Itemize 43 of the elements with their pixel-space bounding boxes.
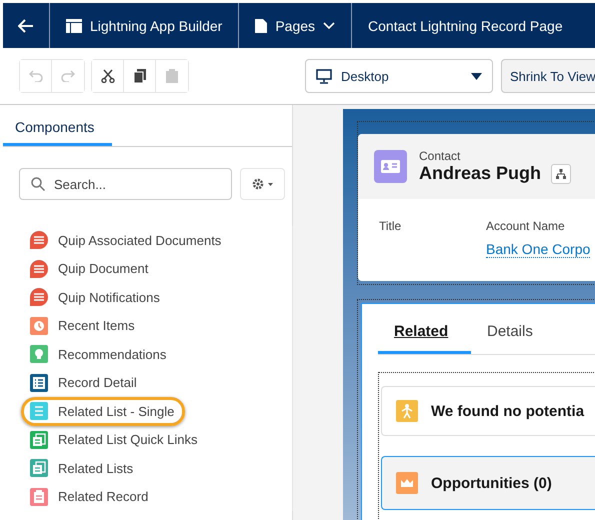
hierarchy-button[interactable]: [551, 164, 572, 184]
component-item[interactable]: Recent Items: [21, 312, 146, 340]
clipboard-icon: [166, 69, 178, 83]
app-builder-icon: [66, 18, 82, 32]
card-title: We found no potentia: [431, 402, 584, 420]
search-field[interactable]: Search...: [19, 168, 232, 200]
component-item[interactable]: Related Lists: [21, 454, 144, 482]
monitor-icon: [316, 68, 332, 84]
cut-button[interactable]: [92, 60, 124, 92]
components-tab[interactable]: Components: [3, 109, 112, 146]
document-icon: [255, 18, 268, 32]
component-item[interactable]: Quip Notifications: [21, 283, 171, 312]
field-label: Account Name: [486, 219, 566, 233]
record-tab[interactable]: Details: [471, 315, 564, 354]
chevron-down-icon: [323, 22, 336, 30]
component-item[interactable]: Related List - Single: [21, 397, 186, 426]
component-item[interactable]: Quip Document: [21, 254, 160, 283]
pages-menu[interactable]: Pages: [239, 3, 352, 48]
card-title: Opportunities (0): [431, 474, 552, 492]
app-name: Lightning App Builder: [90, 18, 222, 34]
scissors-icon: [100, 69, 114, 83]
gear-icon: [252, 178, 274, 190]
device-dropdown[interactable]: Desktop: [305, 59, 493, 93]
redo-icon: [61, 70, 75, 82]
search-icon: [31, 177, 45, 191]
settings-menu-button[interactable]: [240, 168, 285, 200]
hierarchy-icon: [556, 168, 566, 178]
copy-icon: [132, 69, 146, 83]
undo-icon: [28, 70, 42, 82]
field-label: Title: [379, 219, 402, 233]
caret-down-icon: [471, 72, 482, 80]
contact-card-icon: [374, 150, 407, 183]
record-name: Andreas Pugh: [419, 163, 542, 184]
component-item[interactable]: Record Detail: [21, 368, 148, 397]
account-link[interactable]: Bank One Corpo: [486, 241, 590, 258]
component-item[interactable]: Recommendations: [21, 340, 178, 368]
component-item[interactable]: Related Record: [21, 482, 160, 511]
back-icon[interactable]: [18, 18, 34, 32]
page-title: Contact Lightning Record Page: [368, 18, 563, 34]
record-tab[interactable]: Related: [378, 315, 471, 354]
component-item[interactable]: Quip Associated Documents: [21, 226, 232, 254]
object-type: Contact: [419, 149, 462, 163]
component-item[interactable]: Related List Quick Links: [21, 426, 208, 454]
